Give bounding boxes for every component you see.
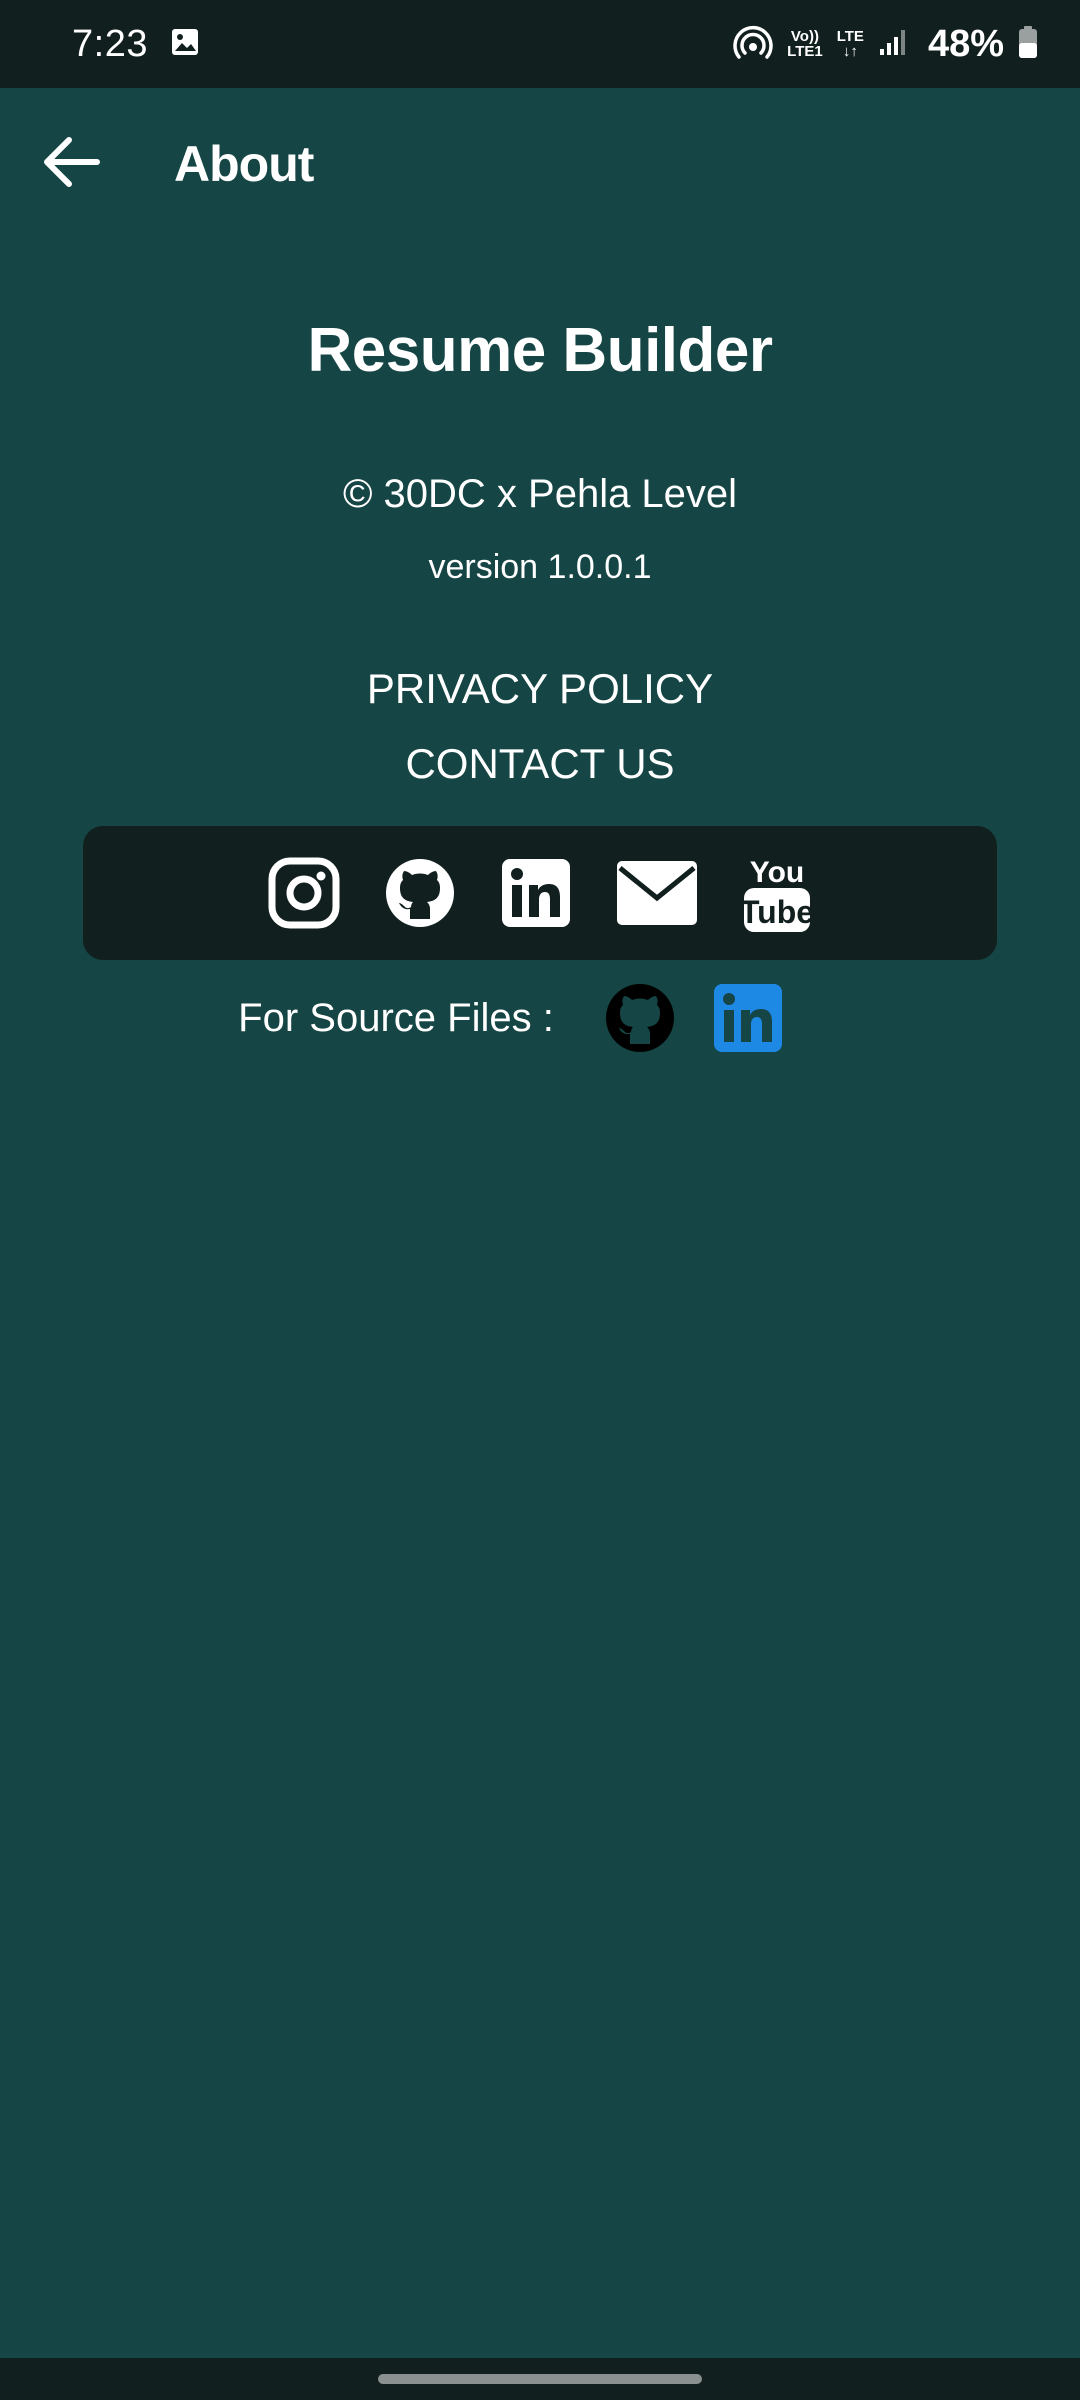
lte-arrows: ↓↑ [842,43,858,60]
social-links-card: You Tube [83,826,997,960]
source-files-row: For Source Files : [0,982,1080,1054]
navigation-bar [0,2358,1080,2400]
signal-icon [878,27,908,62]
linkedin-icon[interactable] [712,982,784,1054]
arrow-back-icon [41,134,101,195]
email-icon[interactable] [616,860,698,926]
app-name: Resume Builder [307,316,773,385]
volte-top: Vo)) [790,28,819,45]
volte-bottom: LTE1 [787,43,823,60]
version-text: version 1.0.0.1 [428,548,652,586]
battery-icon [1018,25,1038,64]
status-left: 7:23 [72,23,200,66]
status-bar: 7:23 Vo)) LTE1 LTE ↓↑ 48% [0,0,1080,88]
youtube-bottom-text: Tube [742,894,812,930]
gallery-icon [170,27,200,62]
github-icon[interactable] [604,982,676,1054]
back-button[interactable] [26,119,116,209]
status-time: 7:23 [72,22,148,65]
source-files-label: For Source Files : [238,995,554,1040]
app-bar: About [0,88,1080,240]
copyright-text: © 30DC x Pehla Level [342,472,738,516]
status-right: Vo)) LTE1 LTE ↓↑ 48% [733,23,1038,66]
youtube-icon[interactable]: You Tube [742,852,812,934]
contact-us-link[interactable]: CONTACT US [0,740,1080,788]
github-icon[interactable] [384,857,456,929]
privacy-policy-link[interactable]: PRIVACY POLICY [0,665,1080,713]
page-title: About [174,136,314,192]
linkedin-icon[interactable] [500,857,572,929]
youtube-top-text: You [750,856,804,889]
battery-percent: 48% [927,22,1004,65]
hotspot-icon [733,25,773,64]
home-gesture-handle[interactable] [378,2374,702,2384]
volte-icon: Vo)) LTE1 [787,29,823,59]
lte-label: LTE [836,28,864,45]
instagram-icon[interactable] [268,857,340,929]
lte-icon: LTE ↓↑ [837,29,864,59]
